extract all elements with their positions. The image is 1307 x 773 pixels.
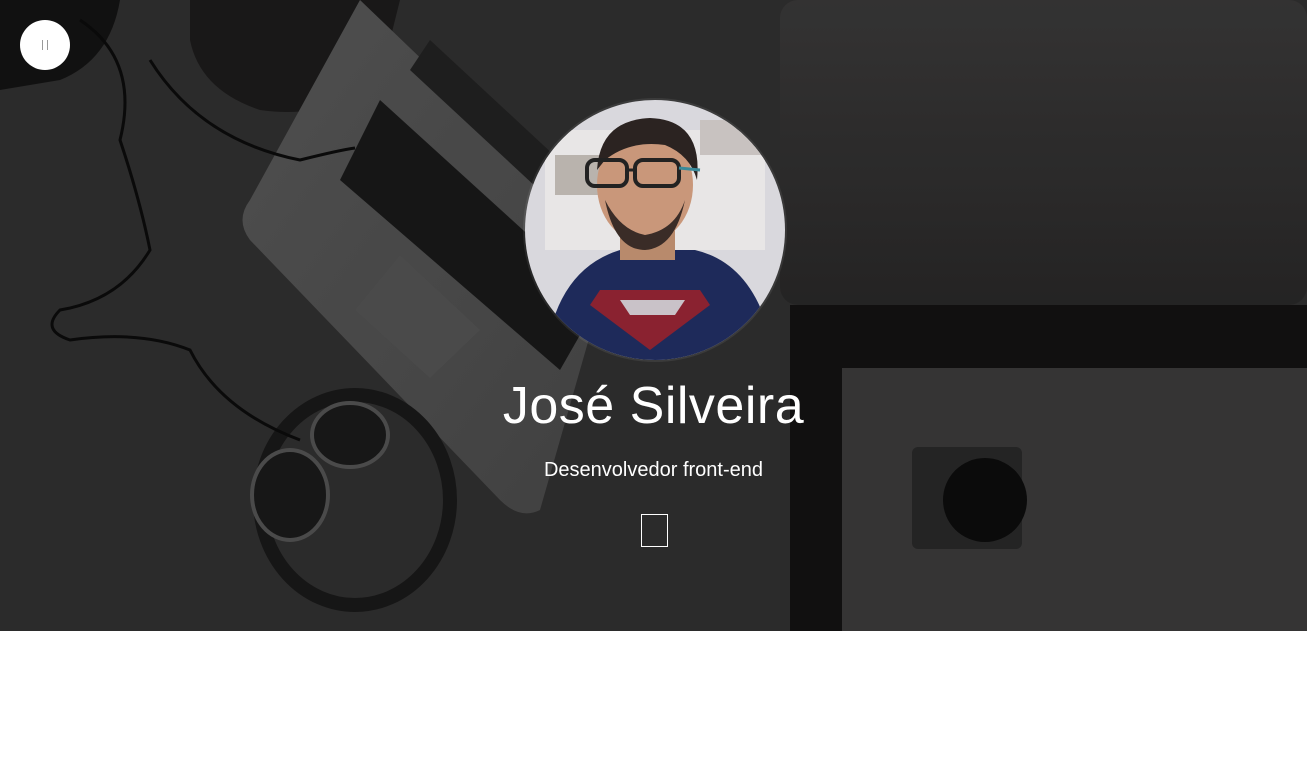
avatar-photo xyxy=(525,100,785,360)
profile-role: Desenvolvedor front-end xyxy=(543,459,763,481)
profile-name: José Silveira xyxy=(502,377,805,435)
menu-button[interactable] xyxy=(20,20,70,70)
profile-avatar xyxy=(525,100,785,360)
menu-icon xyxy=(42,40,48,50)
hero-section: José Silveira Desenvolvedor front-end xyxy=(0,0,1307,631)
scroll-down-icon[interactable] xyxy=(641,514,668,547)
